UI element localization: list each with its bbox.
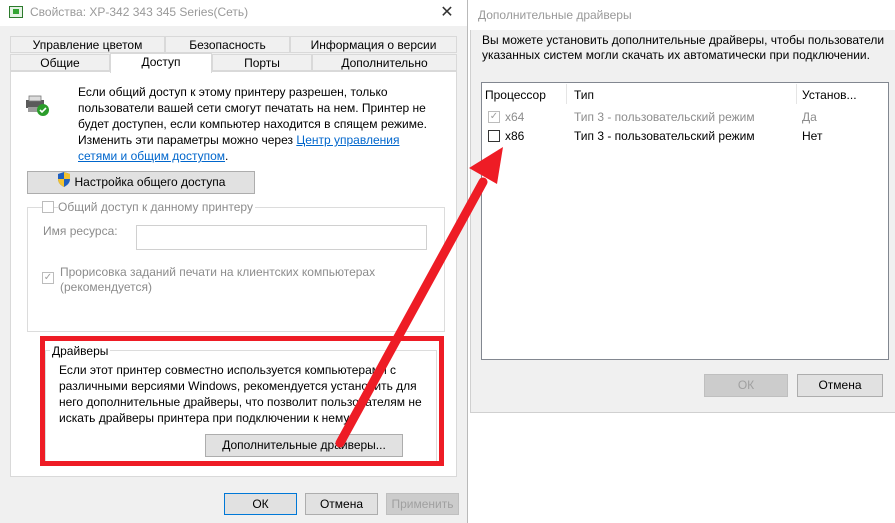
annotation-arrow bbox=[335, 147, 503, 448]
